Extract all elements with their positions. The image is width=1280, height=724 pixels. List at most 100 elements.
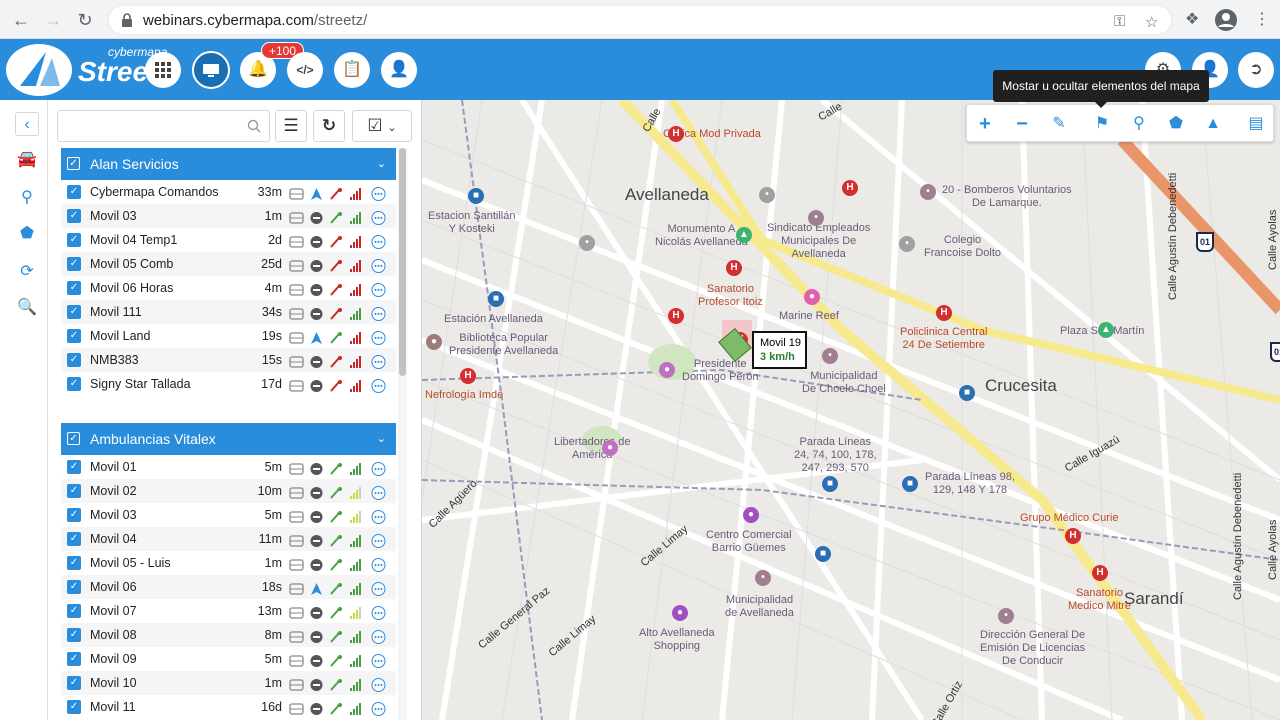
vehicle-checkbox[interactable]: ✓ bbox=[67, 281, 81, 295]
vehicle-row[interactable]: ✓ Movil 09 5m bbox=[61, 647, 396, 671]
reload-icon[interactable]: ↻ bbox=[74, 9, 96, 31]
hospital-icon[interactable]: H bbox=[460, 368, 476, 384]
park-icon[interactable]: ▲ bbox=[1098, 322, 1114, 338]
vehicle-row[interactable]: ✓ Movil 11 16d bbox=[61, 695, 396, 719]
group-checkbox[interactable]: ✓ bbox=[67, 157, 80, 170]
hospital-icon[interactable]: H bbox=[1065, 528, 1081, 544]
more-options-icon[interactable] bbox=[371, 185, 386, 201]
panel-scrollbar[interactable] bbox=[398, 148, 407, 720]
more-options-icon[interactable] bbox=[371, 305, 386, 321]
vehicle-checkbox[interactable]: ✓ bbox=[67, 377, 81, 391]
code-button[interactable]: </> bbox=[287, 52, 323, 88]
vehicle-checkbox[interactable]: ✓ bbox=[67, 484, 81, 498]
bus-stop-icon[interactable]: ■ bbox=[959, 385, 975, 401]
vehicle-checkbox[interactable]: ✓ bbox=[67, 556, 81, 570]
hospital-icon[interactable]: H bbox=[936, 305, 952, 321]
route-icon[interactable]: ⟳ bbox=[15, 260, 39, 284]
more-options-icon[interactable] bbox=[371, 460, 386, 476]
hospital-icon[interactable]: H bbox=[1092, 565, 1108, 581]
logout-button[interactable]: ➲ bbox=[1238, 52, 1274, 88]
vehicle-checkbox[interactable]: ✓ bbox=[67, 604, 81, 618]
vehicle-checkbox[interactable]: ✓ bbox=[67, 676, 81, 690]
clipboard-button[interactable]: 📋 bbox=[334, 52, 370, 88]
vehicle-row[interactable]: ✓ Movil 06 18s bbox=[61, 575, 396, 599]
vehicle-row[interactable]: ✓ Cybermapa Comandos 33m bbox=[61, 180, 396, 204]
more-options-icon[interactable] bbox=[371, 377, 386, 393]
more-options-icon[interactable] bbox=[371, 233, 386, 249]
theater-icon[interactable]: ● bbox=[659, 362, 675, 378]
government-icon[interactable]: • bbox=[755, 570, 771, 586]
bus-stop-icon[interactable]: ■ bbox=[488, 291, 504, 307]
bus-stop-icon[interactable]: ■ bbox=[815, 546, 831, 562]
more-options-icon[interactable] bbox=[371, 532, 386, 548]
bus-stop-icon[interactable]: ■ bbox=[468, 188, 484, 204]
back-arrow-icon[interactable]: ← bbox=[10, 9, 32, 31]
vehicle-row[interactable]: ✓ Movil 05 - Luis 1m bbox=[61, 551, 396, 575]
vehicle-row[interactable]: ✓ NMB383 15s bbox=[61, 348, 396, 372]
vehicle-row[interactable]: ✓ Movil 04 Temp1 2d bbox=[61, 228, 396, 252]
vehicle-row[interactable]: ✓ Movil 02 10m bbox=[61, 479, 396, 503]
more-options-icon[interactable] bbox=[371, 329, 386, 345]
vehicle-checkbox[interactable]: ✓ bbox=[67, 257, 81, 271]
chevron-down-icon[interactable]: ⌄ bbox=[377, 148, 386, 180]
menu-kebab-icon[interactable]: ⋮ bbox=[1254, 9, 1270, 29]
chevron-down-icon[interactable]: ⌄ bbox=[377, 423, 386, 455]
pentagon-icon[interactable]: ⬟ bbox=[15, 222, 39, 246]
vehicle-row[interactable]: ✓ Movil 111 34s bbox=[61, 300, 396, 324]
more-options-icon[interactable] bbox=[371, 508, 386, 524]
monitor-button[interactable] bbox=[192, 51, 230, 89]
vehicle-row[interactable]: ✓ Movil Land 19s bbox=[61, 324, 396, 348]
vehicle-row[interactable]: ✓ Movil 06 Horas 4m bbox=[61, 276, 396, 300]
landmark-icon[interactable]: • bbox=[579, 235, 595, 251]
more-options-icon[interactable] bbox=[371, 281, 386, 297]
theater-icon[interactable]: ● bbox=[602, 440, 618, 456]
more-options-icon[interactable] bbox=[371, 676, 386, 692]
forward-arrow-icon[interactable]: → bbox=[42, 9, 64, 31]
bus-stop-icon[interactable]: ■ bbox=[822, 476, 838, 492]
landmark-icon[interactable]: • bbox=[899, 236, 915, 252]
group-header[interactable]: ✓ Ambulancias Vitalex ⌄ bbox=[61, 423, 396, 455]
hospital-icon[interactable]: H bbox=[726, 260, 742, 276]
vehicle-checkbox[interactable]: ✓ bbox=[67, 209, 81, 223]
search-icon[interactable] bbox=[247, 119, 261, 133]
list-view-button[interactable]: ☰ bbox=[275, 110, 307, 142]
vehicle-checkbox[interactable]: ✓ bbox=[67, 460, 81, 474]
more-options-icon[interactable] bbox=[371, 652, 386, 668]
hospital-icon[interactable]: H bbox=[668, 308, 684, 324]
more-options-icon[interactable] bbox=[371, 484, 386, 500]
vehicle-row[interactable]: ✓ Movil 03 1m bbox=[61, 204, 396, 228]
vehicle-checkbox[interactable]: ✓ bbox=[67, 305, 81, 319]
profile-icon[interactable] bbox=[1214, 8, 1238, 32]
map-canvas[interactable]: Clinica Mod Privada Avellaneda 20 - Bomb… bbox=[422, 100, 1280, 720]
monument-icon[interactable]: ▲ bbox=[736, 227, 752, 243]
zoom-in-icon[interactable]: + bbox=[972, 111, 998, 137]
vehicle-row[interactable]: ✓ Movil 10 1m bbox=[61, 671, 396, 695]
ruler-icon[interactable]: ✎ bbox=[1046, 111, 1072, 137]
search-input[interactable] bbox=[57, 110, 270, 142]
vehicle-row[interactable]: ✓ Movil 05 Comb 25d bbox=[61, 252, 396, 276]
road-icon[interactable]: ▲ bbox=[1200, 111, 1226, 137]
zoom-out-icon[interactable]: − bbox=[1009, 111, 1035, 137]
landmark-icon[interactable]: • bbox=[759, 187, 775, 203]
more-options-icon[interactable] bbox=[371, 700, 386, 716]
vehicle-row[interactable]: ✓ Movil 07 13m bbox=[61, 599, 396, 623]
map-layers-icon[interactable]: ▤ bbox=[1243, 111, 1269, 137]
more-options-icon[interactable] bbox=[371, 209, 386, 225]
vehicle-checkbox[interactable]: ✓ bbox=[67, 508, 81, 522]
vehicle-row[interactable]: ✓ Movil 08 8m bbox=[61, 623, 396, 647]
filter-dropdown-button[interactable]: ☑ ⌄ bbox=[352, 110, 412, 142]
vehicle-checkbox[interactable]: ✓ bbox=[67, 185, 81, 199]
car-icon[interactable]: 🚘 bbox=[15, 148, 39, 172]
vehicle-row[interactable]: ✓ Signy Star Tallada 17d bbox=[61, 372, 396, 396]
vehicle-checkbox[interactable]: ✓ bbox=[67, 353, 81, 367]
cosmetics-icon[interactable]: ● bbox=[804, 289, 820, 305]
more-options-icon[interactable] bbox=[371, 353, 386, 369]
user-settings-button[interactable]: 👤 bbox=[381, 52, 417, 88]
star-icon[interactable]: ☆ bbox=[1145, 13, 1158, 31]
more-options-icon[interactable] bbox=[371, 556, 386, 572]
vehicle-checkbox[interactable]: ✓ bbox=[67, 329, 81, 343]
government-icon[interactable]: • bbox=[998, 608, 1014, 624]
shopping-icon[interactable]: ● bbox=[743, 507, 759, 523]
hospital-icon[interactable]: H bbox=[842, 180, 858, 196]
vehicle-checkbox[interactable]: ✓ bbox=[67, 233, 81, 247]
